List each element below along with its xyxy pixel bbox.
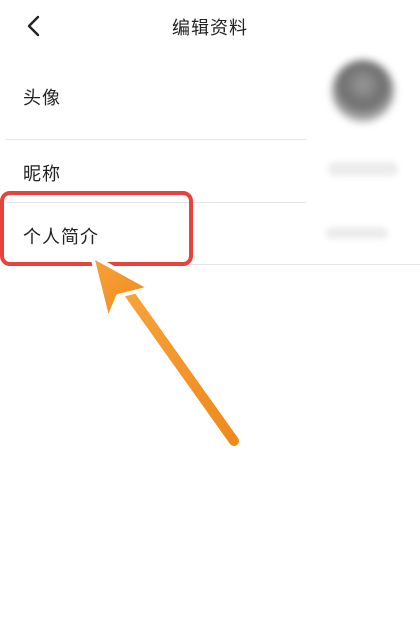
page-title: 编辑资料 — [172, 18, 248, 39]
edit-profile-screen: 编辑资料 头像 昵称 个人简介 — [0, 0, 420, 643]
nickname-value-blurred — [328, 162, 398, 176]
nickname-label: 昵称 — [23, 164, 61, 185]
divider-bio — [6, 264, 420, 265]
avatar-label: 头像 — [23, 88, 61, 109]
bio-label: 个人简介 — [23, 227, 99, 248]
avatar-image[interactable] — [332, 60, 394, 122]
header-bar: 编辑资料 — [0, 0, 420, 52]
bio-value-blurred — [326, 227, 388, 239]
